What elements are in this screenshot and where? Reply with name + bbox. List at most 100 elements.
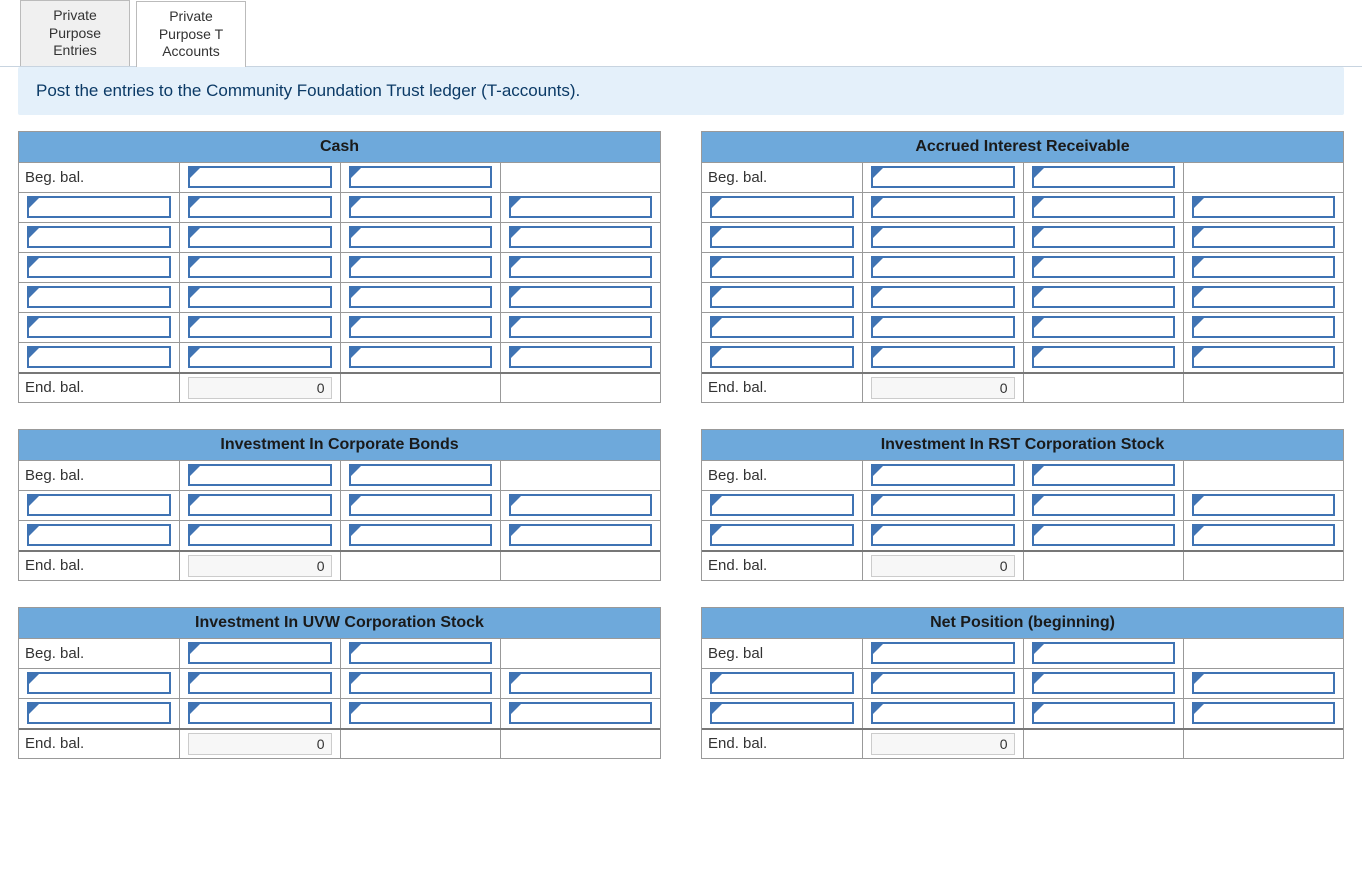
credit-input[interactable] bbox=[1032, 286, 1175, 308]
debit-input[interactable] bbox=[188, 166, 331, 188]
debit-input[interactable] bbox=[871, 642, 1014, 664]
credit-input[interactable] bbox=[349, 702, 492, 724]
dropdown-indicator-icon bbox=[873, 198, 883, 208]
credit-input[interactable] bbox=[349, 524, 492, 546]
entry-ref-input[interactable] bbox=[1192, 256, 1335, 278]
credit-input[interactable] bbox=[349, 196, 492, 218]
credit-input[interactable] bbox=[349, 464, 492, 486]
entry-label-input[interactable] bbox=[27, 316, 171, 338]
debit-input[interactable] bbox=[871, 226, 1014, 248]
tab-private-purpose-entries[interactable]: Private Purpose Entries bbox=[20, 0, 130, 66]
credit-input[interactable] bbox=[1032, 226, 1175, 248]
entry-ref-input[interactable] bbox=[509, 702, 652, 724]
entry-ref-input[interactable] bbox=[1192, 494, 1335, 516]
credit-input[interactable] bbox=[349, 346, 492, 368]
debit-input[interactable] bbox=[871, 464, 1014, 486]
credit-input[interactable] bbox=[1032, 256, 1175, 278]
credit-input[interactable] bbox=[349, 226, 492, 248]
entry-ref-input[interactable] bbox=[1192, 316, 1335, 338]
entry-ref-input[interactable] bbox=[1192, 346, 1335, 368]
credit-input[interactable] bbox=[349, 166, 492, 188]
entry-label-input[interactable] bbox=[710, 286, 854, 308]
credit-input[interactable] bbox=[1032, 196, 1175, 218]
debit-input[interactable] bbox=[871, 256, 1014, 278]
debit-input[interactable] bbox=[188, 702, 331, 724]
t-account: Net Position (beginning)Beg. balEnd. bal… bbox=[701, 607, 1344, 759]
entry-ref-input[interactable] bbox=[1192, 672, 1335, 694]
entry-label-input[interactable] bbox=[27, 196, 171, 218]
credit-input[interactable] bbox=[1032, 702, 1175, 724]
entry-ref-input[interactable] bbox=[509, 196, 652, 218]
credit-input[interactable] bbox=[1032, 524, 1175, 546]
credit-input[interactable] bbox=[1032, 464, 1175, 486]
entry-ref-input[interactable] bbox=[1192, 196, 1335, 218]
entry-ref-input[interactable] bbox=[1192, 286, 1335, 308]
entry-label-input[interactable] bbox=[27, 524, 171, 546]
entry-label-input[interactable] bbox=[710, 346, 854, 368]
debit-input[interactable] bbox=[871, 286, 1014, 308]
debit-input[interactable] bbox=[188, 464, 331, 486]
entry-label-input[interactable] bbox=[710, 196, 854, 218]
entry-ref-input[interactable] bbox=[509, 316, 652, 338]
entry-ref-input[interactable] bbox=[1192, 702, 1335, 724]
entry-ref-input[interactable] bbox=[509, 286, 652, 308]
debit-input[interactable] bbox=[188, 226, 331, 248]
debit-input[interactable] bbox=[871, 702, 1014, 724]
entry-ref-input[interactable] bbox=[509, 672, 652, 694]
entry-ref-input[interactable] bbox=[1192, 226, 1335, 248]
debit-input[interactable] bbox=[871, 494, 1014, 516]
debit-input[interactable] bbox=[188, 346, 331, 368]
debit-input[interactable] bbox=[188, 196, 331, 218]
tab-private-purpose-t-accounts[interactable]: Private Purpose T Accounts bbox=[136, 1, 246, 67]
debit-input[interactable] bbox=[188, 642, 331, 664]
entry-ref-input[interactable] bbox=[509, 226, 652, 248]
debit-input[interactable] bbox=[871, 524, 1014, 546]
credit-input[interactable] bbox=[1032, 166, 1175, 188]
credit-input[interactable] bbox=[1032, 642, 1175, 664]
debit-input[interactable] bbox=[188, 256, 331, 278]
credit-input[interactable] bbox=[349, 672, 492, 694]
cell bbox=[340, 374, 500, 402]
debit-input[interactable] bbox=[188, 316, 331, 338]
credit-input[interactable] bbox=[349, 316, 492, 338]
credit-input[interactable] bbox=[1032, 346, 1175, 368]
entry-label-input[interactable] bbox=[710, 494, 854, 516]
entry-ref-input[interactable] bbox=[509, 256, 652, 278]
credit-input[interactable] bbox=[349, 494, 492, 516]
entry-label-input[interactable] bbox=[710, 316, 854, 338]
debit-input[interactable] bbox=[871, 166, 1014, 188]
debit-input[interactable] bbox=[871, 346, 1014, 368]
entry-label-input[interactable] bbox=[710, 256, 854, 278]
entry-label-input[interactable] bbox=[27, 346, 171, 368]
entry-label-input[interactable] bbox=[710, 672, 854, 694]
cell bbox=[1183, 639, 1343, 668]
entry-ref-input[interactable] bbox=[509, 524, 652, 546]
cell bbox=[1183, 343, 1343, 372]
credit-input[interactable] bbox=[349, 286, 492, 308]
entry-label-input[interactable] bbox=[27, 494, 171, 516]
entry-ref-input[interactable] bbox=[1192, 524, 1335, 546]
entry-label-input[interactable] bbox=[27, 226, 171, 248]
entry-ref-input[interactable] bbox=[509, 346, 652, 368]
entry-label-input[interactable] bbox=[710, 702, 854, 724]
debit-input[interactable] bbox=[188, 524, 331, 546]
entry-ref-input[interactable] bbox=[509, 494, 652, 516]
entry-label-input[interactable] bbox=[710, 524, 854, 546]
debit-input[interactable] bbox=[188, 286, 331, 308]
entry-label-input[interactable] bbox=[27, 256, 171, 278]
entry-label-input[interactable] bbox=[710, 226, 854, 248]
debit-input[interactable] bbox=[871, 196, 1014, 218]
entry-label-input[interactable] bbox=[27, 702, 171, 724]
debit-input[interactable] bbox=[188, 672, 331, 694]
credit-input[interactable] bbox=[1032, 316, 1175, 338]
entry-label-input[interactable] bbox=[27, 672, 171, 694]
credit-input[interactable] bbox=[1032, 494, 1175, 516]
credit-input[interactable] bbox=[1032, 672, 1175, 694]
dropdown-indicator-icon bbox=[351, 168, 361, 178]
debit-input[interactable] bbox=[871, 672, 1014, 694]
debit-input[interactable] bbox=[871, 316, 1014, 338]
credit-input[interactable] bbox=[349, 256, 492, 278]
credit-input[interactable] bbox=[349, 642, 492, 664]
debit-input[interactable] bbox=[188, 494, 331, 516]
entry-label-input[interactable] bbox=[27, 286, 171, 308]
